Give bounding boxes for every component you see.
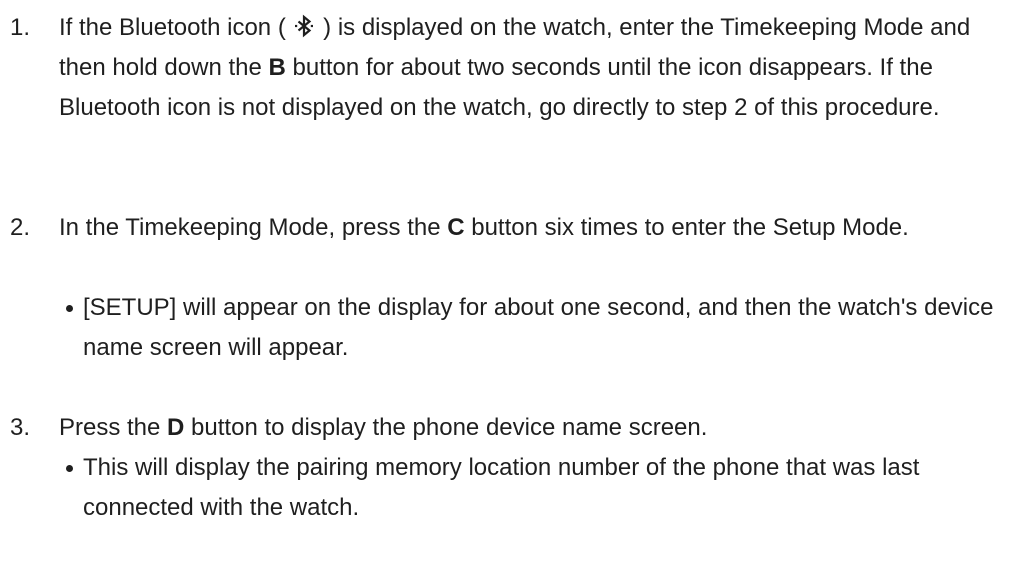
button-name: B [268,54,286,81]
step-number: 3. [10,414,31,441]
instruction-page: 1. If the Bluetooth icon ( ) is displaye… [0,0,1031,578]
bluetooth-icon [292,14,316,38]
step-text-part: button to display the phone device name … [184,414,708,441]
bullet-icon [66,465,73,472]
button-name: C [447,214,465,241]
bullet-icon [66,305,73,312]
button-name: D [167,414,185,441]
step-number: 2. [10,214,31,241]
step-text-part: If the Bluetooth icon ( [59,14,293,41]
note-text: This will display the pairing memory loc… [83,454,920,521]
step-text: If the Bluetooth icon ( ) is displayed o… [59,8,1021,128]
note-text: [SETUP] will appear on the display for a… [83,294,994,361]
step-text: In the Timekeeping Mode, press the C but… [59,208,1021,248]
step-text-part: In the Timekeeping Mode, press the [59,214,448,241]
step-text-part: button six times to enter the Setup Mode… [464,214,909,241]
step-text-part: Press the [59,414,168,441]
step-number: 1. [10,14,31,41]
step-text: Press the D button to display the phone … [59,408,1021,448]
